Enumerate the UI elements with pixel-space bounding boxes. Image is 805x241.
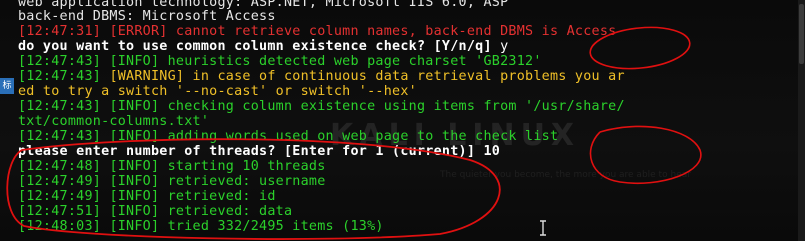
- terminal-line-warning: [12:47:43] [WARNING] in case of continuo…: [18, 70, 625, 84]
- timestamp: [12:47:43]: [18, 99, 102, 114]
- terminal-prompt: please enter number of threads? [Enter f…: [18, 145, 500, 159]
- terminal-prompt: do you want to use common column existen…: [18, 40, 508, 54]
- terminal-line-info: [12:47:51] [INFO] retrieved: data: [18, 205, 292, 219]
- line-message: retrieved: data: [159, 204, 293, 219]
- terminal-line-info: [12:47:43] [INFO] checking column existe…: [18, 100, 625, 114]
- line-message: in case of continuous data retrieval pro…: [184, 69, 625, 84]
- scrollbar[interactable]: [798, 0, 805, 241]
- timestamp: [12:48:03]: [18, 219, 102, 234]
- terminal-line-info: [12:47:49] [INFO] retrieved: id: [18, 190, 276, 204]
- log-level-tag: [INFO]: [109, 159, 160, 174]
- line-message: retrieved: id: [159, 189, 276, 204]
- timestamp: [12:47:43]: [18, 129, 102, 144]
- line-text: ed to try a switch '--no-cast' or switch…: [18, 84, 417, 99]
- timestamp: [12:47:31]: [18, 24, 102, 39]
- line-message: starting 10 threads: [159, 159, 326, 174]
- timestamp: [12:47:48]: [18, 159, 102, 174]
- line-text: txt/common-columns.txt': [18, 114, 210, 129]
- timestamp: [12:47:51]: [18, 204, 102, 219]
- line-message: adding words used on web page to the che…: [159, 129, 559, 144]
- log-level-tag: [INFO]: [109, 204, 160, 219]
- log-level-tag: [ERROR]: [109, 24, 168, 39]
- terminal-line-info: [12:47:48] [INFO] starting 10 threads: [18, 160, 326, 174]
- prompt-text: please enter number of threads? [Enter f…: [18, 144, 484, 159]
- terminal-line-info: [12:47:43] [INFO] adding words used on w…: [18, 130, 558, 144]
- terminal-line-info: [12:48:03] [INFO] tried 332/2495 items (…: [18, 220, 384, 234]
- terminal-line-info: [12:47:43] [INFO] heuristics detected we…: [18, 55, 542, 69]
- log-level-tag: [WARNING]: [109, 69, 185, 84]
- prompt-answer[interactable]: y: [500, 39, 508, 54]
- terminal-line: back-end DBMS: Microsoft Access: [18, 10, 276, 24]
- log-level-tag: [INFO]: [109, 129, 160, 144]
- log-level-tag: [INFO]: [109, 189, 160, 204]
- timestamp: [12:47:43]: [18, 54, 102, 69]
- terminal-line-warning-cont: ed to try a switch '--no-cast' or switch…: [18, 85, 417, 99]
- prompt-text: do you want to use common column existen…: [18, 39, 501, 54]
- line-message: tried 332/2495 items (13%): [159, 219, 384, 234]
- line-message: retrieved: username: [159, 174, 326, 189]
- scrollbar-thumb[interactable]: [799, 4, 804, 64]
- log-level-tag: [INFO]: [109, 219, 160, 234]
- timestamp: [12:47:49]: [18, 174, 102, 189]
- log-level-tag: [INFO]: [109, 99, 160, 114]
- line-message: heuristics detected web page charset 'GB…: [159, 54, 542, 69]
- line-message: cannot retrieve column names, back-end D…: [167, 24, 617, 39]
- timestamp: [12:47:43]: [18, 69, 102, 84]
- terminal-window[interactable]: KALI LINUX The quieter you become, the m…: [0, 0, 805, 241]
- terminal-line-info-cont: txt/common-columns.txt': [18, 115, 209, 129]
- terminal-line-error: [12:47:31] [ERROR] cannot retrieve colum…: [18, 25, 616, 39]
- ibeam-cursor-icon: [540, 220, 546, 236]
- side-tab[interactable]: 标: [0, 78, 14, 94]
- kali-tagline-watermark: The quieter you become, the more you are…: [440, 170, 691, 180]
- timestamp: [12:47:49]: [18, 189, 102, 204]
- log-level-tag: [INFO]: [109, 174, 160, 189]
- terminal-line-info: [12:47:49] [INFO] retrieved: username: [18, 175, 326, 189]
- line-message: checking column existence using items fr…: [159, 99, 625, 114]
- log-level-tag: [INFO]: [109, 54, 160, 69]
- prompt-answer[interactable]: 10: [483, 144, 500, 159]
- line-text: back-end DBMS: Microsoft Access: [18, 9, 276, 24]
